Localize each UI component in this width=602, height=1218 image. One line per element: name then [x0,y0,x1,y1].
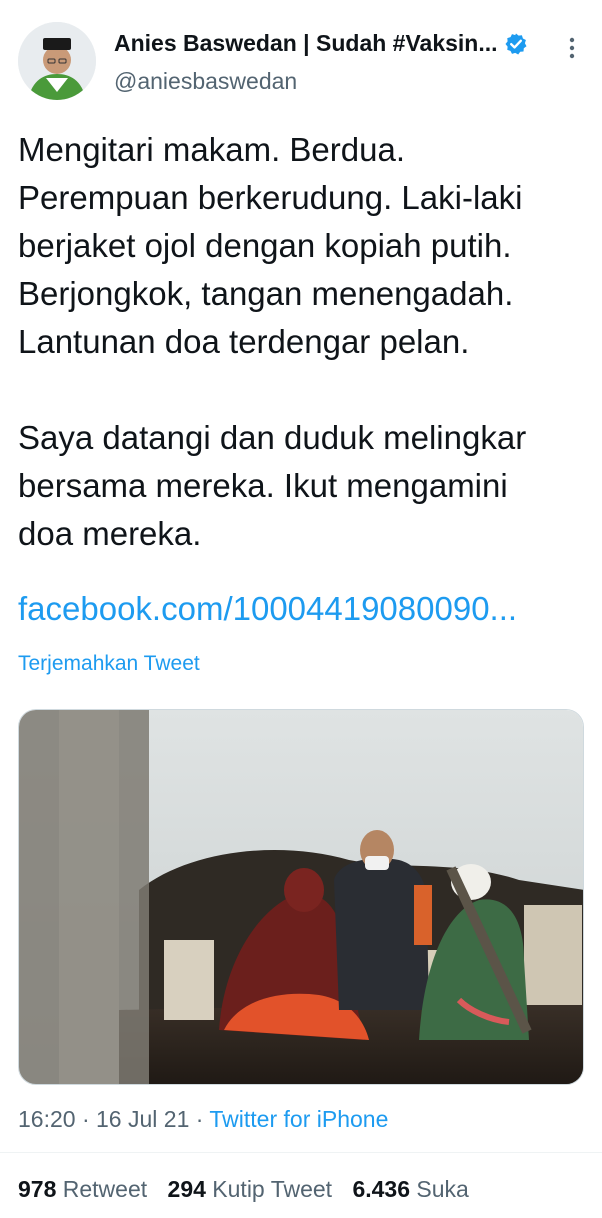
quotes-label: Kutip Tweet [212,1176,333,1202]
meta-separator: · [189,1106,210,1132]
tweet-stats: 978 Retweet 294 Kutip Tweet 6.436 Suka [18,1176,483,1203]
more-options-icon[interactable] [562,34,582,62]
tweet-source[interactable]: Twitter for iPhone [209,1106,388,1132]
translate-tweet-link[interactable]: Terjemahkan Tweet [18,652,200,676]
author-display-name[interactable]: Anies Baswedan | Sudah #Vaksin... [114,30,498,57]
retweets-label: Retweet [62,1176,148,1202]
tweet-line: berjaket ojol dengan kopiah putih. [18,227,512,264]
divider [0,1152,602,1153]
tweet-link[interactable]: facebook.com/10004419080090... [18,585,517,633]
tweet-header: Anies Baswedan | Sudah #Vaksin... @anies… [0,0,602,110]
tweet-line: Saya datangi dan duduk melingkar [18,419,527,456]
tweet-line: Lantunan doa terdengar pelan. [18,323,470,360]
likes-count: 6.436 [352,1176,411,1202]
retweets-count: 978 [18,1176,57,1202]
retweets-stat[interactable]: 978 Retweet [18,1176,147,1202]
likes-stat[interactable]: 6.436 Suka [352,1176,468,1202]
quotes-stat[interactable]: 294 Kutip Tweet [168,1176,333,1202]
tweet-date[interactable]: 16 Jul 21 [96,1106,189,1132]
author-name-row[interactable]: Anies Baswedan | Sudah #Vaksin... [114,30,528,57]
likes-label: Suka [416,1176,469,1202]
tweet-meta: 16:20 · 16 Jul 21 · Twitter for iPhone [18,1106,388,1133]
tweet-text: Mengitari makam. Berdua. Perempuan berke… [18,126,593,558]
verified-badge-icon [505,33,527,54]
tweet-line: bersama mereka. Ikut mengamini [18,467,508,504]
tweet-line: Perempuan berkerudung. Laki-laki [18,179,523,216]
tweet-line: Berjongkok, tangan menengadah. [18,275,514,312]
tweet-line: doa mereka. [18,515,202,552]
author-handle[interactable]: @aniesbaswedan [114,68,297,95]
quotes-count: 294 [167,1176,206,1202]
tweet-time[interactable]: 16:20 [18,1106,76,1132]
meta-separator: · [75,1106,97,1132]
tweet-line: Mengitari makam. Berdua. [18,131,405,168]
author-avatar[interactable] [18,22,96,100]
tweet-photo[interactable] [18,709,584,1085]
